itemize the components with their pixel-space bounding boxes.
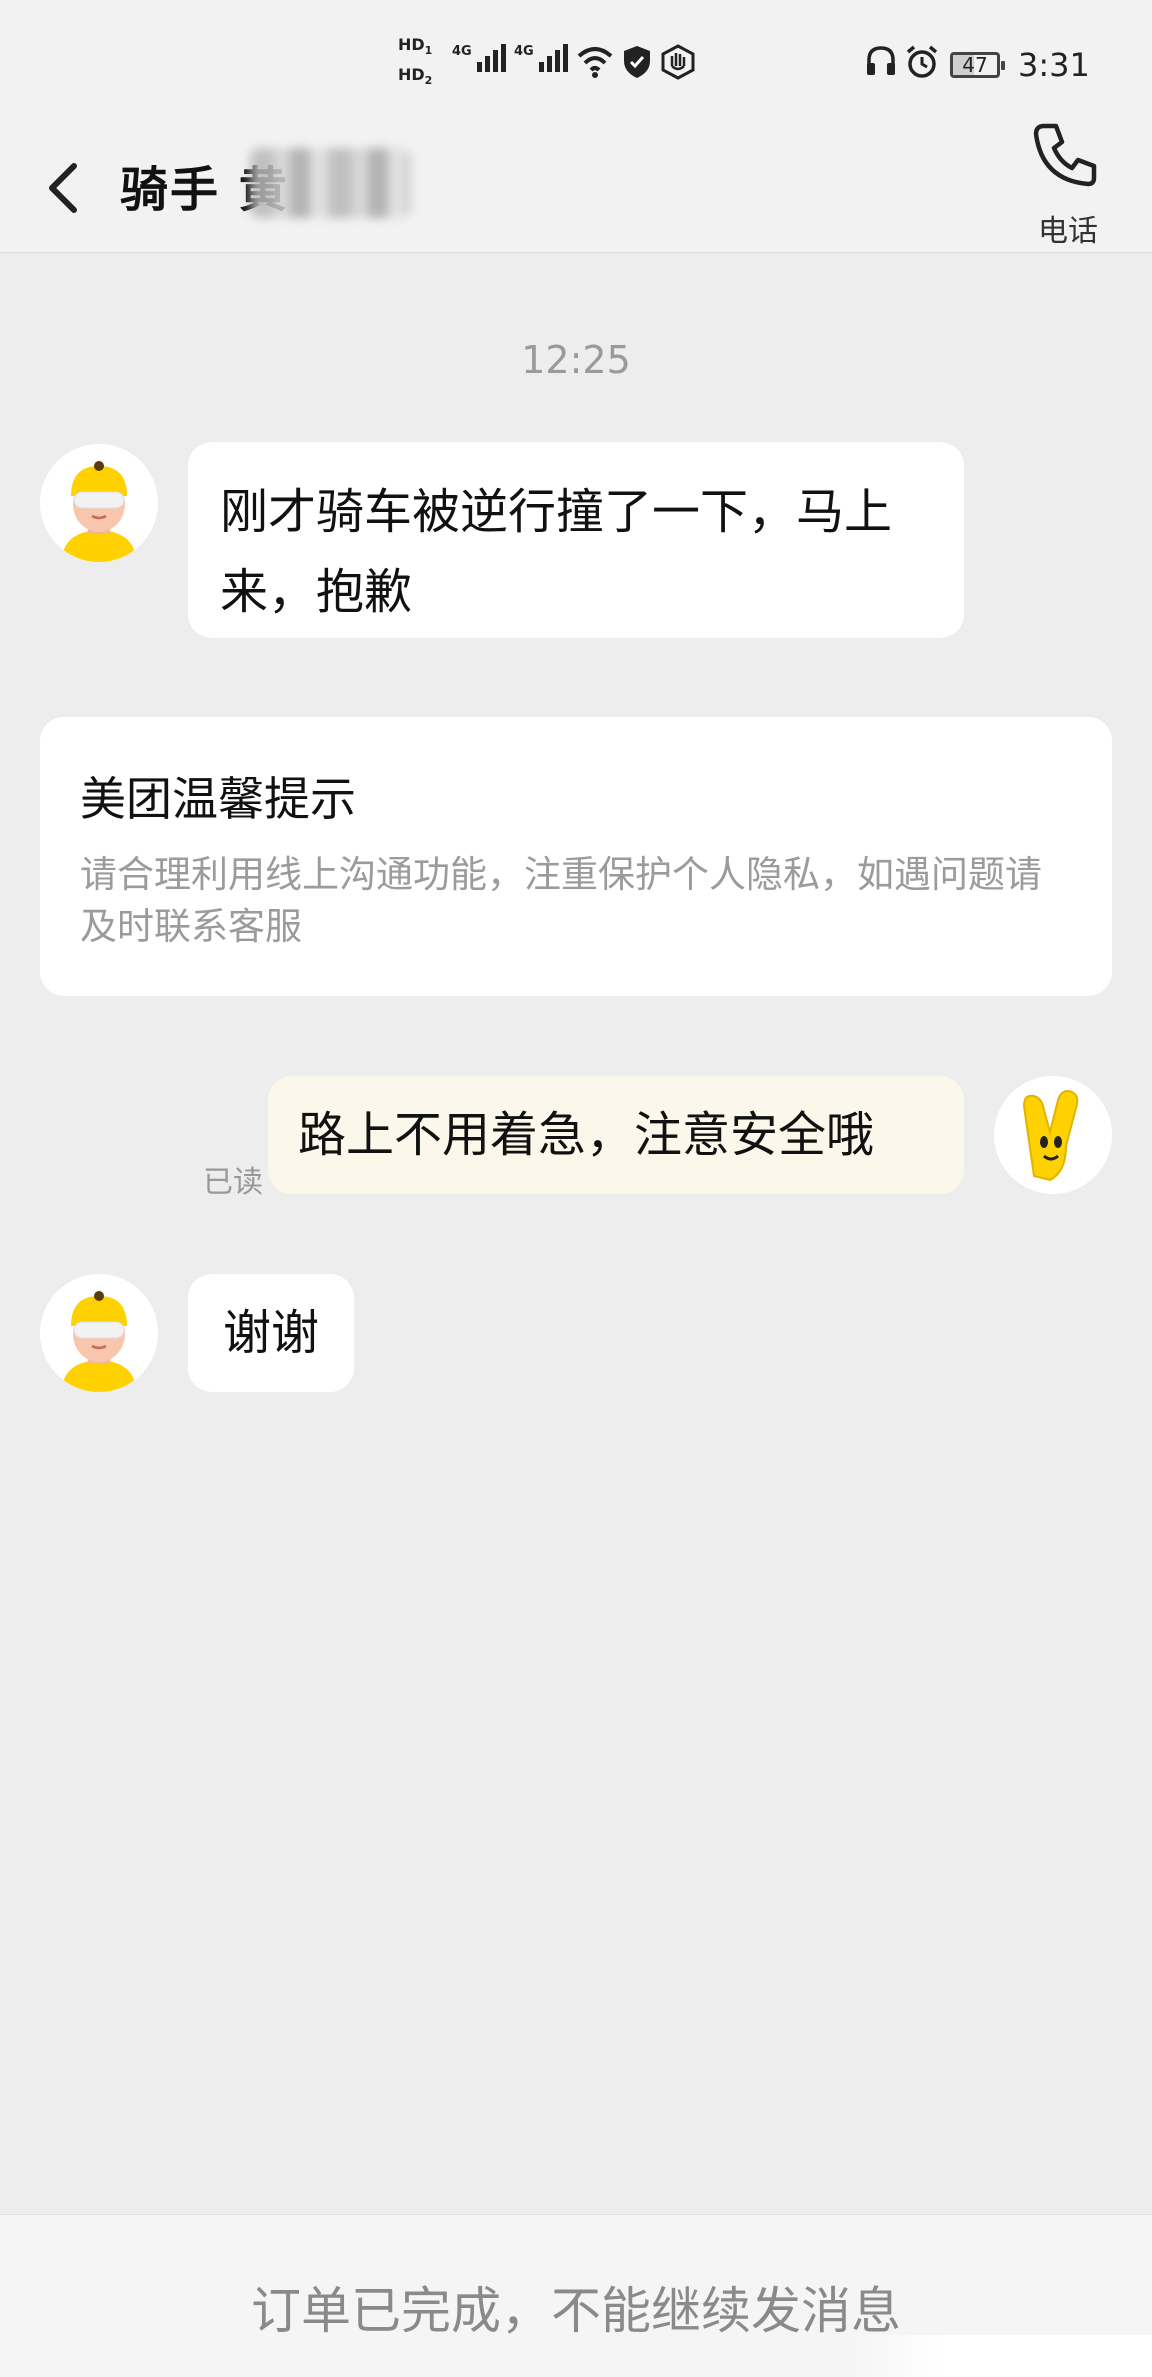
rider-avatar-icon [40,1274,158,1392]
hd-icon: HD1 HD2 [398,35,433,88]
rider-avatar[interactable] [40,1274,158,1392]
name-blur-redaction [250,148,410,218]
wifi-icon [577,47,613,78]
shield-icon [624,46,650,78]
status-bar: HD1 HD2 4G 4G 47 3:31 [0,0,1152,130]
user-avatar[interactable] [994,1076,1112,1194]
read-receipt: 已读 [203,1165,263,1200]
rider-message-bubble[interactable]: 刚才骑车被逆行撞了一下，马上来，抱歉 [188,442,964,638]
chevron-left-icon[interactable] [42,152,82,224]
status-time: 3:31 [1018,46,1090,84]
user-avatar-icon [994,1076,1112,1194]
watermark-overlay [852,2335,1152,2377]
chat-header: 骑手 黄 [0,130,1152,253]
alarm-icon [906,45,938,78]
phone-label[interactable]: 电话 [1022,206,1114,250]
chat-footer: 订单已完成，不能继续发消息 [0,2214,1152,2377]
user-message-bubble[interactable]: 路上不用着急，注意安全哦 [268,1076,964,1194]
notice-title: 美团温馨提示 [80,772,356,826]
notice-body: 请合理利用线上沟通功能，注重保护个人隐私，如遇问题请及时联系客服 [80,853,1042,948]
meituan-notice-card: 美团温馨提示 请合理利用线上沟通功能，注重保护个人隐私，如遇问题请及时联系客服 [40,717,1112,996]
order-complete-notice: 订单已完成，不能继续发消息 [251,2282,901,2340]
battery-icon: 47 [950,52,1005,78]
phone-icon[interactable] [1030,120,1100,190]
hand-icon [661,44,695,80]
message-timestamp: 12:25 [521,338,631,382]
signal-icon: 4G [514,44,568,72]
rider-message-bubble[interactable]: 谢谢 [188,1274,354,1392]
headset-icon [867,46,895,75]
signal-icon: 4G [452,44,506,72]
rider-avatar-icon [40,444,158,562]
rider-avatar[interactable] [40,444,158,562]
